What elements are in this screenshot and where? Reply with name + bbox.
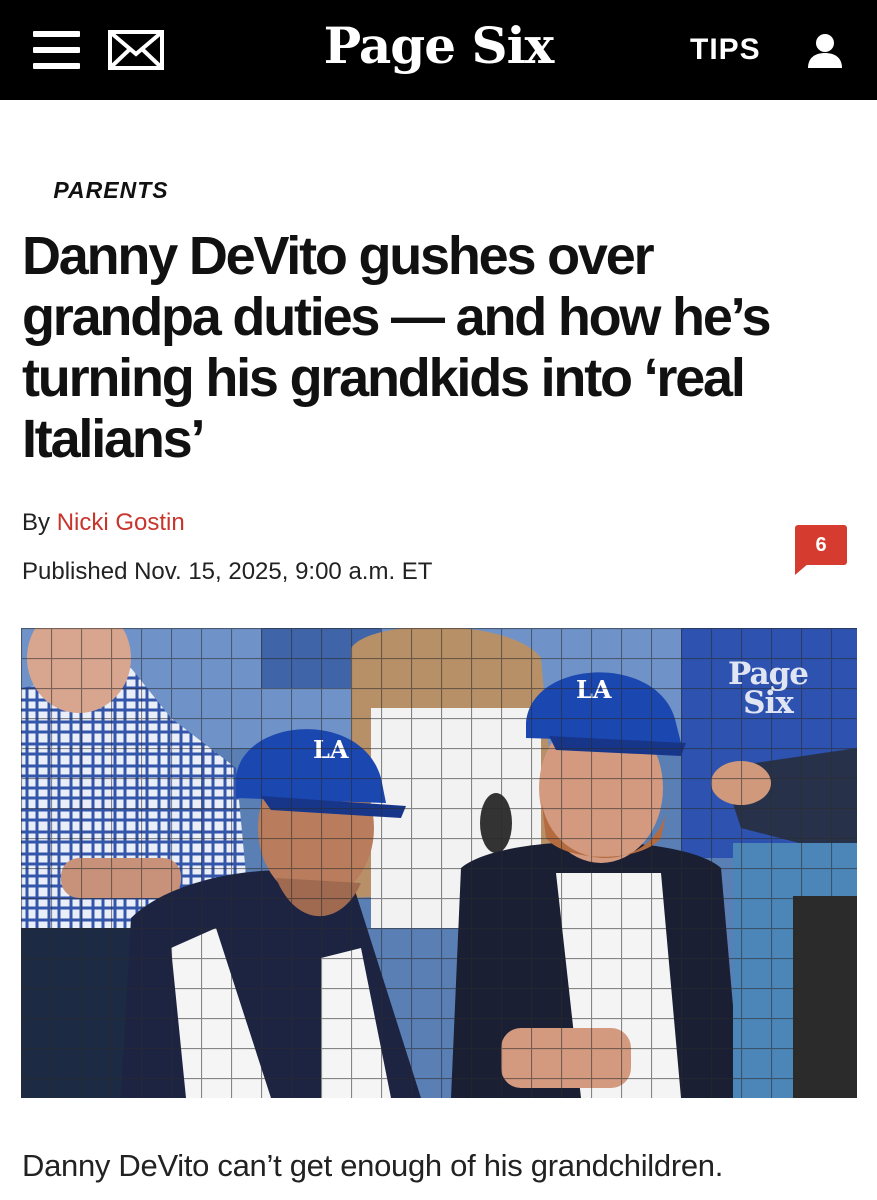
site-header: Page Six TIPS (0, 0, 877, 100)
article-headline: Danny DeVito gushes over grandpa duties … (22, 226, 771, 469)
comment-count-button[interactable]: 6 (795, 525, 847, 577)
tips-button[interactable]: TIPS (690, 32, 761, 68)
photo-watermark: Page Six (728, 656, 809, 721)
tag-exclusive[interactable]: EXCLUSIVE (222, 173, 418, 207)
byline-prefix: By (22, 509, 51, 536)
article-first-paragraph: Danny DeVito can’t get enough of his gra… (22, 1148, 724, 1183)
tag-parents[interactable]: PARENTS (26, 173, 196, 207)
byline: By Nicki Gostin (22, 508, 185, 538)
comment-icon: 6 (795, 525, 847, 565)
published-date: Published Nov. 15, 2025, 9:00 a.m. ET (22, 558, 433, 585)
article-photo[interactable]: LA LA Page Six (21, 628, 857, 1098)
comment-count: 6 (815, 533, 827, 556)
author-link[interactable]: Nicki Gostin (57, 509, 185, 536)
user-icon[interactable] (806, 32, 844, 70)
